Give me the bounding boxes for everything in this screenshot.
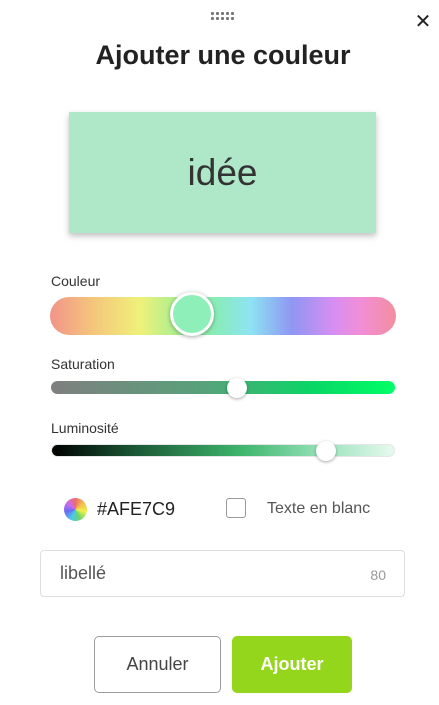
drag-handle-icon[interactable]: [211, 12, 235, 22]
luminosity-slider-thumb[interactable]: [316, 441, 337, 461]
white-text-label[interactable]: Texte en blanc: [267, 500, 370, 518]
saturation-label: Saturation: [51, 356, 115, 372]
white-text-checkbox[interactable]: [226, 498, 246, 518]
cancel-button[interactable]: Annuler: [94, 636, 221, 693]
close-icon[interactable]: ✕: [413, 12, 433, 32]
luminosity-label: Luminosité: [51, 420, 119, 436]
luminosity-slider[interactable]: [51, 444, 395, 457]
color-wheel-icon[interactable]: [64, 498, 87, 521]
hex-value[interactable]: #AFE7C9: [97, 499, 175, 520]
saturation-slider[interactable]: [51, 381, 395, 394]
saturation-slider-thumb[interactable]: [226, 378, 247, 398]
hue-label: Couleur: [51, 273, 101, 289]
label-field[interactable]: 80: [40, 550, 405, 597]
color-preview: idée: [69, 112, 376, 233]
hue-slider-thumb[interactable]: [169, 292, 214, 336]
add-button[interactable]: Ajouter: [232, 636, 352, 693]
preview-text: idée: [187, 151, 258, 193]
hue-slider[interactable]: [50, 297, 396, 335]
character-counter: 80: [370, 567, 386, 583]
dialog-title: Ajouter une couleur: [95, 40, 351, 70]
label-input[interactable]: [41, 551, 404, 596]
